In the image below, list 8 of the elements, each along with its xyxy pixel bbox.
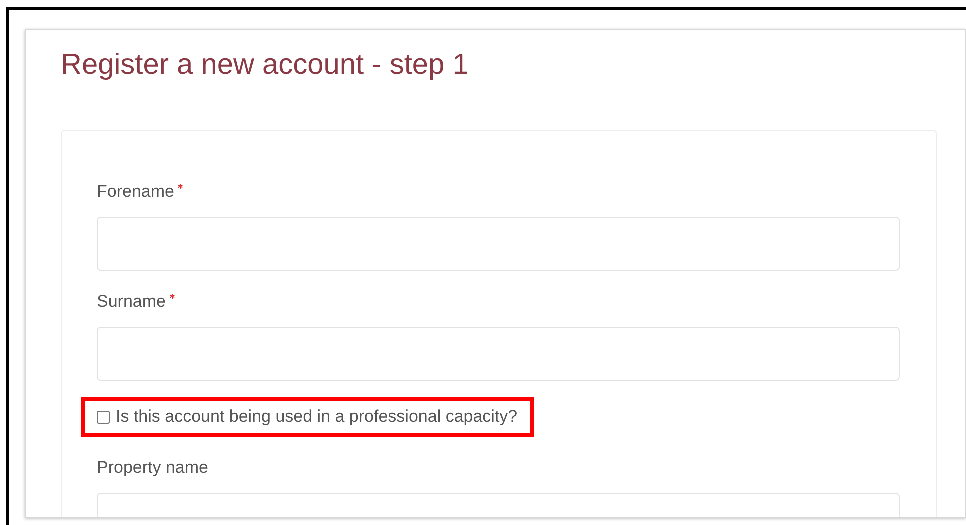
page-title: Register a new account - step 1: [61, 48, 469, 83]
checkbox-label: Is this account being used in a professional capacity?: [116, 406, 518, 428]
text-field[interactable]: [97, 217, 900, 271]
field-label: Surname: [97, 291, 166, 313]
text-field[interactable]: [97, 327, 900, 381]
checkbox[interactable]: [97, 410, 110, 424]
field-label: Property name: [97, 457, 208, 479]
field-label: Forename: [97, 181, 174, 203]
